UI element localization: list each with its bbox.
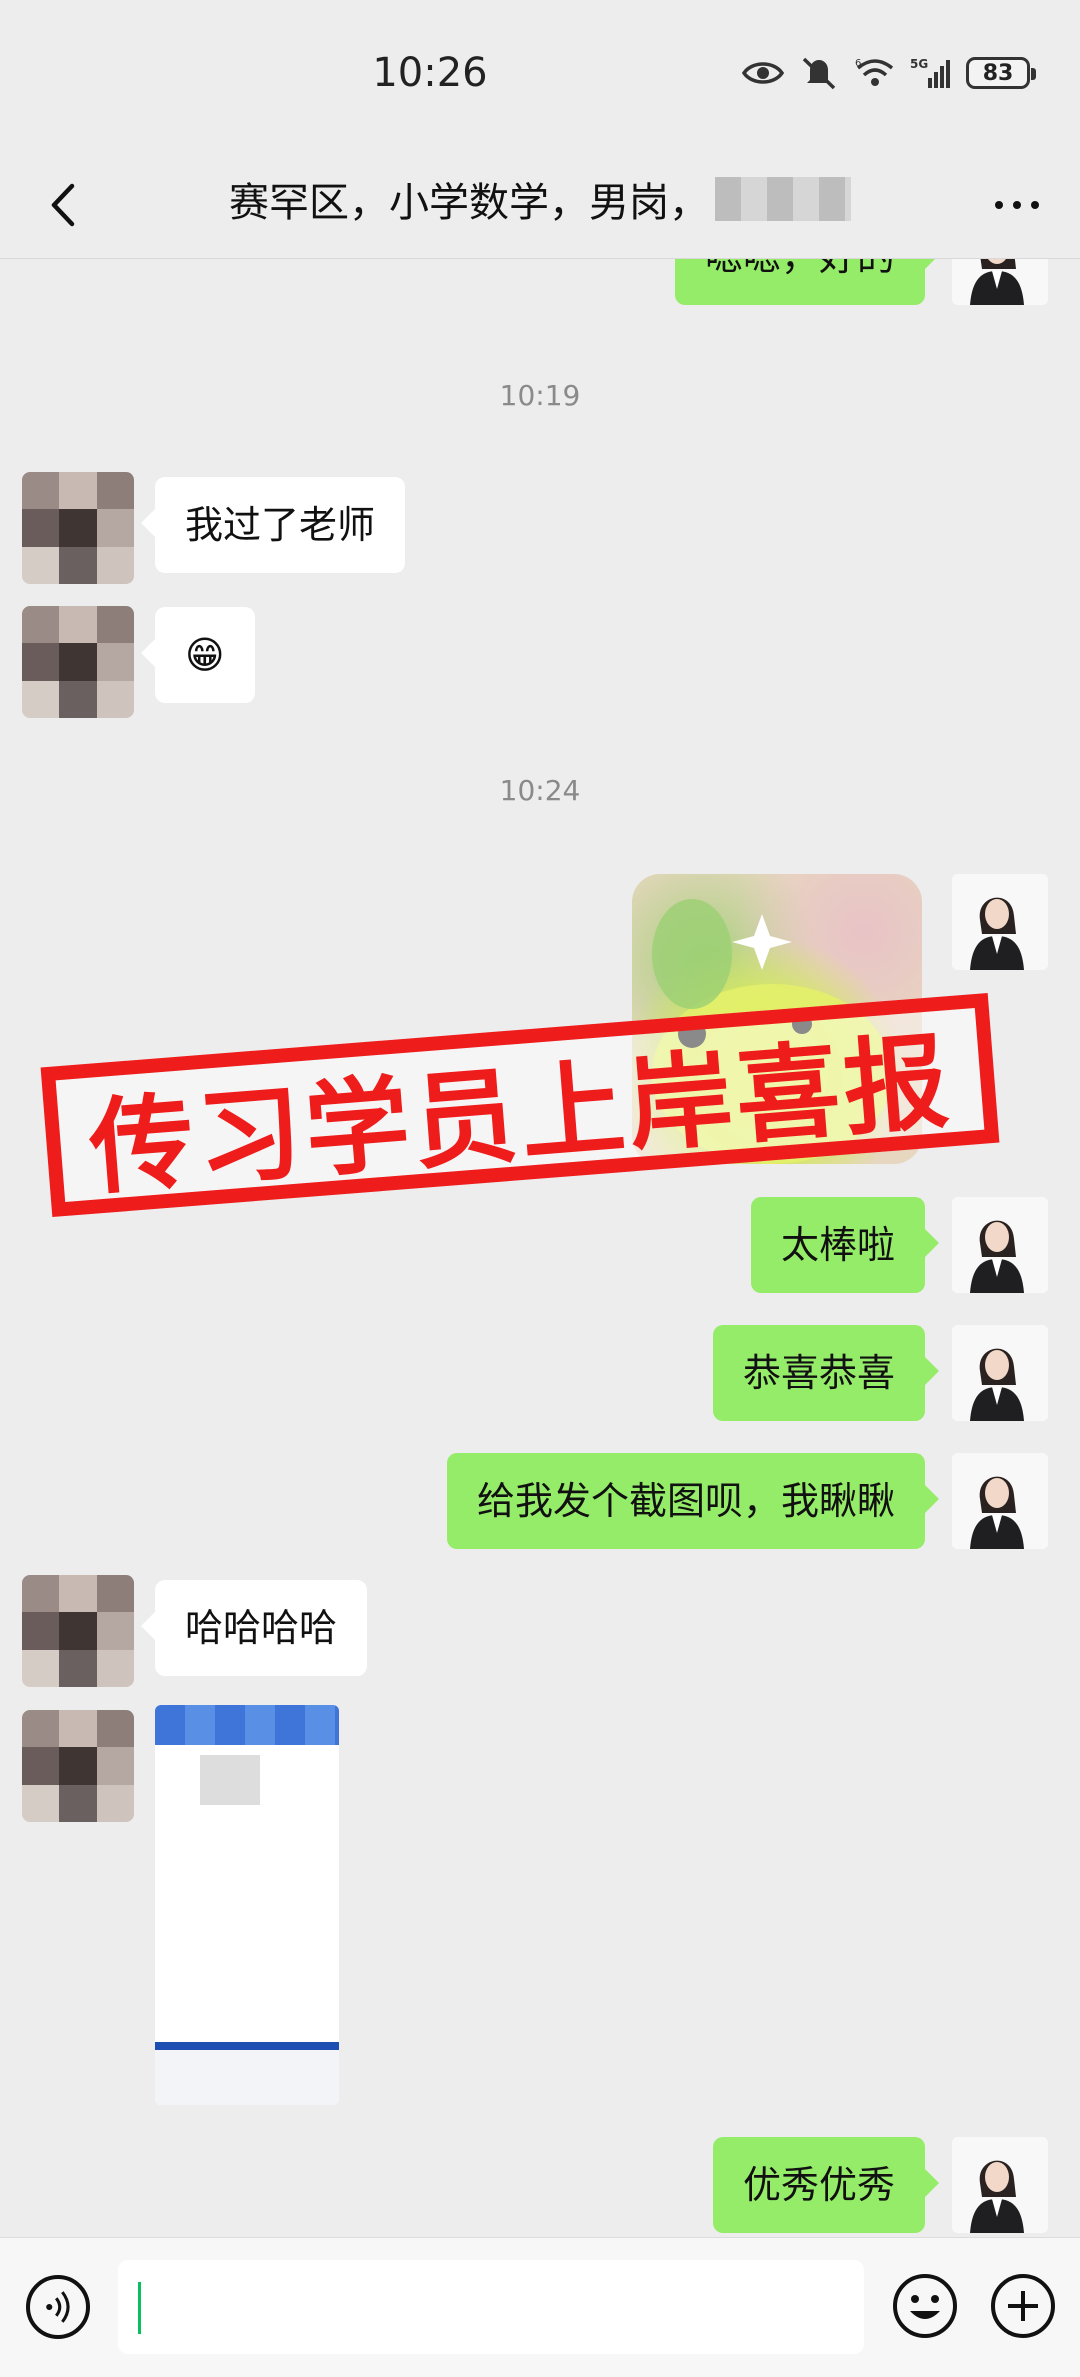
chat-title-text: 赛罕区，小学数学，男岗， — [229, 180, 709, 226]
voice-input-icon[interactable] — [26, 2275, 90, 2339]
more-options-button[interactable] — [982, 170, 1052, 240]
teacher-avatar[interactable] — [952, 1453, 1048, 1549]
teacher-avatar[interactable] — [952, 2137, 1048, 2233]
dot — [1031, 201, 1039, 209]
battery-indicator: 83 — [966, 57, 1036, 89]
screenshot-image-message[interactable] — [155, 1705, 339, 2105]
screenshot-browser-bar — [155, 2050, 339, 2105]
student-avatar[interactable] — [22, 472, 134, 584]
plus-icon[interactable] — [988, 2271, 1058, 2341]
student-avatar[interactable] — [22, 1575, 134, 1687]
grin-emoji-icon: 😁 — [185, 633, 225, 677]
message-bubble-sent[interactable]: 优秀优秀 — [712, 2137, 940, 2233]
teacher-avatar[interactable] — [952, 1325, 1048, 1421]
wifi-badge: 6 — [855, 58, 861, 69]
teacher-avatar[interactable] — [952, 1197, 1048, 1293]
screenshot-content-blur — [200, 1755, 260, 1805]
teacher-photo — [952, 259, 1048, 305]
message-bubble-sent[interactable]: 嗯嗯，好的 — [674, 259, 940, 305]
chat-area[interactable]: 嗯嗯，好的 10:19 我过了老师 😁 10:24 — [0, 259, 1080, 2237]
chat-header: 赛罕区，小学数学，男岗， — [0, 150, 1080, 260]
text-cursor — [138, 2282, 141, 2334]
timestamp: 10:24 — [499, 774, 581, 807]
student-avatar[interactable] — [22, 1710, 134, 1822]
message-bubble-received[interactable]: 哈哈哈哈 — [140, 1580, 368, 1676]
teacher-photo — [952, 874, 1048, 970]
wifi-icon: 6 — [855, 58, 894, 86]
teacher-photo — [952, 1453, 1048, 1549]
signal-icon: 5G — [910, 57, 950, 88]
teacher-photo — [952, 2137, 1048, 2233]
teacher-avatar[interactable] — [952, 259, 1048, 305]
message-bubble-received[interactable]: 我过了老师 — [140, 477, 406, 573]
input-toolbar — [0, 2237, 1080, 2377]
teacher-avatar[interactable] — [952, 874, 1048, 970]
status-icons: 6 5G 83 — [742, 56, 1036, 90]
mute-bell-icon — [802, 57, 836, 90]
dot — [1013, 201, 1021, 209]
message-input[interactable] — [118, 2260, 864, 2354]
dot — [995, 201, 1003, 209]
status-time: 10:26 — [372, 50, 488, 96]
battery-level: 83 — [982, 60, 1014, 86]
blurred-name — [715, 177, 851, 221]
emoji-icon[interactable] — [890, 2271, 960, 2341]
teacher-photo — [952, 1197, 1048, 1293]
student-avatar[interactable] — [22, 606, 134, 718]
network-label: 5G — [910, 57, 928, 71]
message-bubble-sent[interactable]: 给我发个截图呗，我瞅瞅 — [446, 1453, 940, 1549]
screenshot-bar — [155, 2042, 339, 2050]
message-bubble-sent[interactable]: 恭喜恭喜 — [712, 1325, 940, 1421]
screenshot-header-blur — [155, 1705, 339, 1745]
message-bubble-sent[interactable]: 太棒啦 — [750, 1197, 940, 1293]
timestamp: 10:19 — [499, 379, 581, 412]
message-bubble-received[interactable]: 😁 — [141, 607, 255, 703]
status-bar: 10:26 6 5G 83 — [0, 0, 1080, 150]
teacher-photo — [952, 1325, 1048, 1421]
chat-title: 赛罕区，小学数学，男岗， — [0, 170, 1080, 228]
eye-icon — [742, 62, 784, 84]
